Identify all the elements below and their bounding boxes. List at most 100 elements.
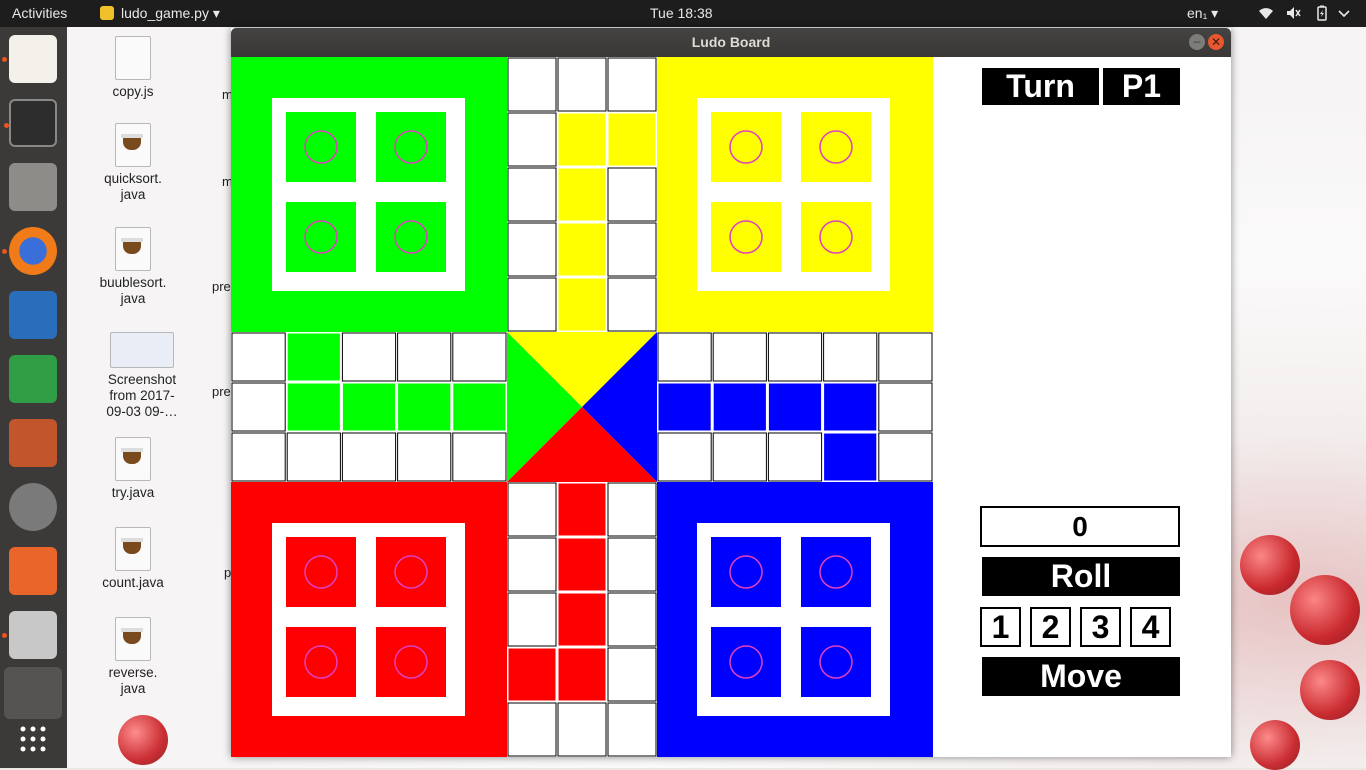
move-button[interactable]: Move	[982, 657, 1180, 696]
app-menu-label: ludo_game.py ▾	[121, 5, 220, 21]
text-editor-icon[interactable]	[2, 35, 57, 83]
close-icon[interactable]: ✕	[1208, 34, 1224, 50]
track-cell	[767, 432, 823, 482]
desktop-file-label-partial: pre	[212, 384, 231, 399]
track-cell	[607, 112, 657, 167]
yellow-token-slot	[711, 202, 781, 272]
battery-icon[interactable]	[1314, 5, 1330, 21]
java-file-icon	[115, 437, 151, 481]
desktop-file-buublesort[interactable]: buublesort. java	[88, 227, 178, 307]
track-cell	[507, 112, 557, 167]
blue-token-slot	[801, 627, 871, 697]
blue-token-slot	[801, 537, 871, 607]
track-cell	[397, 432, 452, 482]
track-cell	[767, 332, 823, 382]
impress-icon[interactable]	[9, 419, 57, 467]
red-token-slot	[286, 537, 356, 607]
track-cell	[507, 277, 557, 332]
firefox-icon[interactable]	[2, 227, 57, 275]
green-token-slot	[376, 202, 446, 272]
app-grid-icon[interactable]	[9, 717, 57, 765]
java-file-icon	[115, 227, 151, 271]
volume-icon[interactable]	[1285, 5, 1301, 21]
roll-button[interactable]: Roll	[982, 557, 1180, 596]
settings-icon[interactable]	[9, 483, 57, 531]
track-cell	[557, 537, 607, 592]
app-menu[interactable]: ludo_game.py ▾	[100, 5, 220, 22]
track-cell	[452, 332, 507, 382]
track-cell	[607, 482, 657, 537]
track-cell	[823, 432, 878, 482]
pawn-4-button[interactable]: 4	[1130, 607, 1171, 647]
track-cell	[607, 277, 657, 332]
pawn-2-button[interactable]: 2	[1030, 607, 1071, 647]
track-cell	[507, 167, 557, 222]
writer-icon[interactable]	[9, 291, 57, 339]
track-cell	[507, 702, 557, 757]
desktop-file-screenshot[interactable]: Screenshot from 2017- 09-03 09-…	[97, 332, 187, 420]
desktop-file-label: Screenshot from 2017- 09-03 09-…	[106, 372, 178, 419]
software-icon[interactable]	[9, 547, 57, 595]
desktop-file-try[interactable]: try.java	[88, 437, 178, 501]
desktop-file-count[interactable]: count.java	[88, 527, 178, 591]
desktop-file-copy-js[interactable]: copy.js	[88, 36, 178, 100]
desktop-file-quicksort[interactable]: quicksort. java	[88, 123, 178, 203]
clock[interactable]: Tue 18:38	[650, 5, 713, 21]
yellow-token-slot	[711, 112, 781, 182]
track-cell	[823, 332, 878, 382]
track-cell	[507, 482, 557, 537]
window-titlebar[interactable]: Ludo Board	[231, 28, 1231, 57]
track-cell	[607, 167, 657, 222]
calc-icon[interactable]	[9, 355, 57, 403]
track-cell	[557, 112, 607, 167]
track-cell	[657, 332, 712, 382]
scanner-icon[interactable]	[2, 611, 57, 659]
track-cell	[231, 332, 286, 382]
game-icon[interactable]	[4, 667, 62, 719]
track-cell	[397, 332, 452, 382]
track-cell	[557, 57, 607, 112]
minimize-icon[interactable]: –	[1189, 34, 1205, 50]
track-cell	[607, 57, 657, 112]
track-cell	[878, 382, 933, 432]
track-cell	[507, 592, 557, 647]
activities-button[interactable]: Activities	[12, 5, 67, 21]
track-cell	[286, 332, 341, 382]
desktop-file-label: try.java	[111, 485, 155, 500]
track-cell	[607, 702, 657, 757]
wifi-icon[interactable]	[1258, 5, 1274, 21]
js-file-icon	[115, 36, 151, 80]
desktop-file-reverse[interactable]: reverse. java	[88, 617, 178, 697]
track-cell	[607, 222, 657, 277]
desktop-file-label-partial: pre	[212, 279, 231, 294]
language-selector[interactable]: en₁ ▾	[1187, 5, 1218, 22]
files-icon[interactable]	[9, 163, 57, 211]
desktop-file-label: buublesort. java	[99, 275, 167, 306]
ludo-window: Ludo Board – ✕ Turn P1 0 Roll 1 2 3 4 Mo…	[231, 28, 1231, 757]
pawn-1-button[interactable]: 1	[980, 607, 1021, 647]
yellow-token-slot	[801, 202, 871, 272]
track-cell	[607, 647, 657, 702]
track-cell	[607, 537, 657, 592]
java-file-icon	[115, 617, 151, 661]
track-cell	[557, 167, 607, 222]
track-cell	[878, 432, 933, 482]
track-cell	[557, 482, 607, 537]
track-cell	[286, 382, 341, 432]
track-cell	[557, 222, 607, 277]
power-icon[interactable]	[1336, 5, 1352, 21]
ludo-board	[231, 57, 933, 757]
track-cell	[607, 592, 657, 647]
image-file-icon	[110, 332, 174, 368]
desktop-file-label: copy.js	[112, 84, 154, 99]
pawn-3-button[interactable]: 3	[1080, 607, 1121, 647]
top-bar: Activities ludo_game.py ▾ Tue 18:38 en₁ …	[0, 0, 1366, 27]
red-token-slot	[376, 627, 446, 697]
track-cell	[507, 57, 557, 112]
track-cell	[341, 382, 397, 432]
terminal-icon[interactable]	[4, 99, 57, 147]
blue-token-slot	[711, 537, 781, 607]
turn-label: Turn	[982, 68, 1099, 105]
track-cell	[452, 432, 507, 482]
desktop-file-label: reverse. java	[108, 665, 158, 696]
